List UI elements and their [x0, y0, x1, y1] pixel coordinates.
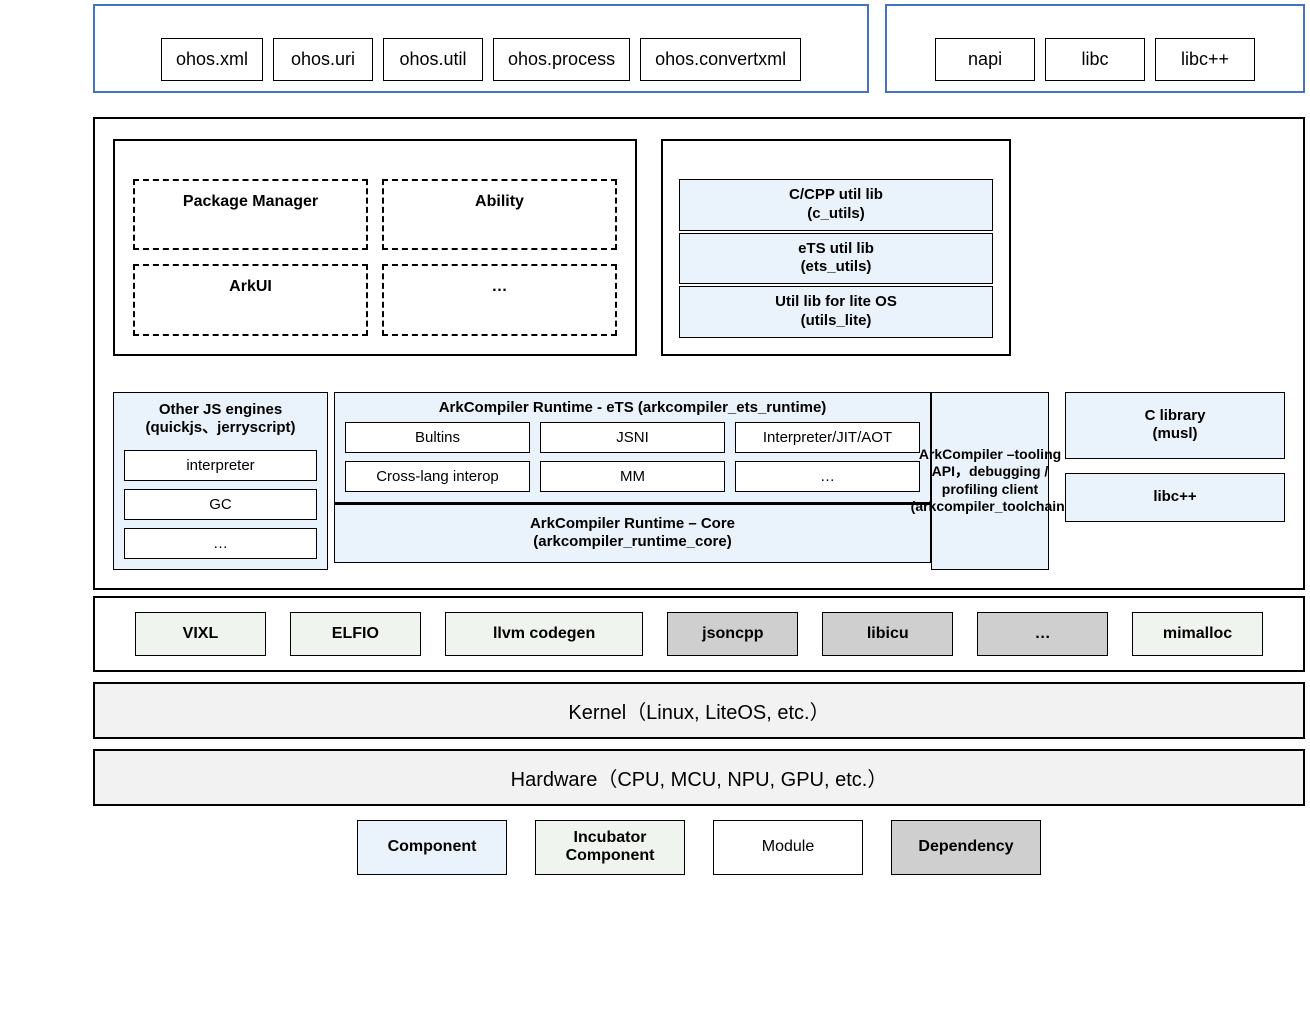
api-box: ohos.util: [383, 38, 483, 81]
external-dep: libicu: [822, 612, 953, 656]
module-box: MM: [540, 461, 725, 492]
c-library: C library(musl): [1065, 392, 1285, 460]
hardware-bar: Hardware（CPU, MCU, NPU, GPU, etc.）: [93, 749, 1305, 806]
frameworks-group: Package Manager Ability ArkUI …: [113, 139, 637, 356]
lib-name: C/CPP util lib: [789, 186, 883, 203]
ark-ets-title: ArkCompiler Runtime - eTS (arkcompiler_e…: [345, 399, 920, 416]
api-box: libc++: [1155, 38, 1255, 81]
api-box: ohos.convertxml: [640, 38, 801, 81]
arkcompiler-core: ArkCompiler Runtime – Core(arkcompiler_r…: [334, 503, 931, 564]
dependency-strip: VIXL ELFIO llvm codegen jsoncpp libicu ……: [93, 596, 1305, 672]
spacer: [1035, 139, 1285, 356]
lib-sub: (c_utils): [807, 205, 865, 222]
lib-name: eTS util lib: [798, 240, 874, 257]
arkcompiler-tooling: ArkCompiler –tooling API，debugging / pro…: [931, 392, 1049, 571]
api-box: ohos.process: [493, 38, 630, 81]
incubator-dep: ELFIO: [290, 612, 421, 656]
legend-incubator: IncubatorComponent: [535, 820, 685, 875]
module-box: GC: [124, 489, 317, 520]
external-dep: jsoncpp: [667, 612, 798, 656]
lib-sub: (ets_utils): [801, 258, 872, 275]
arkcompiler-ets: ArkCompiler Runtime - eTS (arkcompiler_e…: [334, 392, 931, 503]
util-lib: eTS util lib (ets_utils): [679, 233, 993, 285]
lib-name: Util lib for lite OS: [775, 293, 897, 310]
framework-box: Ability: [382, 179, 617, 250]
ohos-apis-group: ohos.xml ohos.uri ohos.util ohos.process…: [93, 4, 869, 93]
incubator-dep: mimalloc: [1132, 612, 1263, 656]
subsystem-container: Package Manager Ability ArkUI … C/CPP ut…: [93, 117, 1305, 590]
framework-box: …: [382, 264, 617, 335]
framework-box: ArkUI: [133, 264, 368, 335]
c-libraries-column: C library(musl) libc++: [1065, 392, 1285, 571]
other-engines-title: Other JS engines(quickjs、jerryscript): [124, 401, 317, 439]
module-box: …: [124, 528, 317, 559]
api-box: ohos.xml: [161, 38, 263, 81]
libcpp: libc++: [1065, 473, 1285, 522]
api-box: napi: [935, 38, 1035, 81]
module-box: Interpreter/JIT/AOT: [735, 422, 920, 453]
external-dep: …: [977, 612, 1108, 656]
util-lib: Util lib for lite OS (utils_lite): [679, 286, 993, 338]
arkcompiler-column: ArkCompiler Runtime - eTS (arkcompiler_e…: [334, 392, 931, 571]
module-box: Cross-lang interop: [345, 461, 530, 492]
api-box: libc: [1045, 38, 1145, 81]
kernel-bar: Kernel（Linux, LiteOS, etc.）: [93, 682, 1305, 739]
incubator-dep: VIXL: [135, 612, 266, 656]
module-box: JSNI: [540, 422, 725, 453]
api-row: ohos.xml ohos.uri ohos.util ohos.process…: [93, 4, 1305, 93]
other-js-engines: Other JS engines(quickjs、jerryscript) in…: [113, 392, 328, 571]
lib-sub: (utils_lite): [801, 312, 872, 329]
legend-component: Component: [357, 820, 507, 875]
legend-module: Module: [713, 820, 863, 875]
commons-group: C/CPP util lib (c_utils) eTS util lib (e…: [661, 139, 1011, 356]
module-box: Bultins: [345, 422, 530, 453]
legend-dependency: Dependency: [891, 820, 1041, 875]
module-box: …: [735, 461, 920, 492]
native-apis-group: napi libc libc++: [885, 4, 1305, 93]
runtime-row: Other JS engines(quickjs、jerryscript) in…: [113, 392, 1285, 571]
module-box: interpreter: [124, 450, 317, 481]
api-box: ohos.uri: [273, 38, 373, 81]
framework-box: Package Manager: [133, 179, 368, 250]
incubator-dep: llvm codegen: [445, 612, 644, 656]
legend: Component IncubatorComponent Module Depe…: [93, 820, 1305, 875]
util-lib: C/CPP util lib (c_utils): [679, 179, 993, 231]
